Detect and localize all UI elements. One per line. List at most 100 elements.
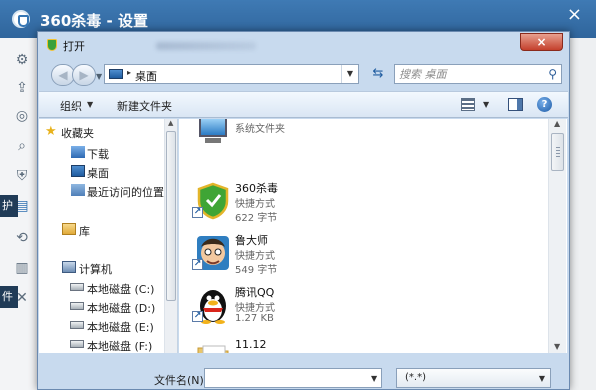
shield-logo-icon [12, 10, 30, 28]
sidebar-item-drive-f[interactable]: 本地磁盘 (F:) [70, 338, 152, 353]
help-icon[interactable]: ? [537, 97, 552, 112]
library-label: 库 [79, 225, 90, 238]
download-folder-icon [71, 146, 85, 158]
recent-places-icon [71, 184, 85, 196]
search-input[interactable] [399, 67, 539, 82]
refresh-icon[interactable]: ⇆ [368, 64, 388, 84]
nav-scrollbar[interactable]: ▲ [164, 119, 177, 353]
view-options-icon[interactable] [461, 98, 475, 111]
command-bar: 组织 ▼ 新建文件夹 ▼ ? [39, 91, 568, 118]
file-size: 1.27 KB [235, 313, 274, 324]
favorites-label: 收藏夹 [61, 127, 94, 140]
list-item[interactable]: 系统文件夹 [189, 119, 489, 157]
file-type: 系统文件夹 [235, 124, 285, 135]
forward-button[interactable]: ▶ [72, 64, 96, 86]
computer-icon [195, 119, 231, 149]
list-item[interactable]: ↗ 腾讯QQ 快捷方式 1.27 KB [189, 284, 489, 336]
new-folder-button[interactable]: 新建文件夹 [117, 98, 172, 114]
library-header[interactable]: 库 [62, 223, 90, 239]
drive-icon [70, 283, 84, 291]
sidebar-strip: 护 [0, 195, 18, 217]
sidebar-item-downloads[interactable]: 下载 [71, 146, 109, 162]
search-icon[interactable]: ⌕ [14, 138, 30, 154]
scroll-up-icon[interactable]: ▲ [554, 119, 560, 128]
shield-icon [47, 39, 57, 51]
sidebar-item-desktop[interactable]: 桌面 [71, 165, 109, 181]
sidebar-item-label: 桌面 [87, 167, 109, 180]
refresh-icon[interactable]: ⟲ [14, 230, 30, 246]
sidebar-item-label: 本地磁盘 (E:) [87, 321, 154, 334]
scroll-down-icon[interactable]: ▼ [554, 342, 560, 351]
sidebar-item-label: 本地磁盘 (C:) [87, 283, 155, 296]
file-name: 鲁大师 [235, 234, 268, 247]
navigation-pane: ★ 收藏夹 下载 桌面 最近访问的位置 库 计算机 本地磁盘 (C:) 本地磁盘… [39, 119, 178, 353]
address-dropdown-icon[interactable]: ▼ [341, 65, 358, 83]
star-icon: ★ [45, 124, 57, 139]
drive-icon [70, 302, 84, 310]
file-type: 快捷方式 [235, 199, 275, 210]
close-button[interactable]: × [520, 33, 563, 51]
sidebar-item-drive-d[interactable]: 本地磁盘 (D:) [70, 300, 155, 316]
gear-icon[interactable]: ⚙ [14, 52, 30, 68]
shortcut-arrow-icon: ↗ [192, 311, 203, 322]
open-dialog: 打开 × ◀ ▶ ▼ ▸ 桌面 ▸ ▼ ⇆ ⚲ 组织 ▼ 新建文件夹 ▼ ? ★… [37, 31, 570, 390]
drive-icon [70, 340, 84, 348]
scroll-grip [556, 147, 560, 157]
file-type: 快捷方式 [235, 303, 275, 314]
chevron-right-icon[interactable]: ▸ [150, 69, 154, 78]
chevron-down-icon[interactable]: ▼ [371, 374, 377, 383]
file-size: 549 字节 [235, 265, 278, 276]
file-name: 360杀毒 [235, 182, 278, 195]
file-name: 腾讯QQ [235, 286, 275, 299]
sidebar-item-drive-e[interactable]: 本地磁盘 (E:) [70, 319, 154, 335]
preview-pane-icon[interactable] [508, 98, 523, 111]
file-type: 快捷方式 [235, 251, 275, 262]
file-name: 11.12 [235, 338, 267, 351]
filetype-value: (*.*) [405, 372, 426, 383]
target-icon[interactable]: ◎ [14, 108, 30, 124]
chevron-down-icon[interactable]: ▼ [87, 100, 93, 109]
filename-input[interactable] [204, 368, 382, 388]
file-scrollbar[interactable]: ▲ ▼ [548, 119, 566, 353]
chevron-right-icon[interactable]: ▸ [127, 68, 131, 77]
file-size: 622 字节 [235, 213, 278, 224]
dialog-title: 打开 [63, 40, 85, 53]
search-box[interactable]: ⚲ [394, 64, 562, 84]
scroll-up-icon[interactable]: ▲ [168, 119, 173, 127]
blurred-caption [156, 42, 256, 50]
sidebar-item-recent[interactable]: 最近访问的位置 [71, 184, 164, 200]
search-icon[interactable]: ⚲ [548, 67, 557, 81]
chart-icon[interactable]: ▥ [14, 260, 30, 276]
chevron-down-icon[interactable]: ▼ [483, 100, 489, 109]
desktop-icon [109, 69, 123, 79]
outer-right-edge [566, 38, 596, 390]
library-icon [62, 223, 76, 235]
chevron-down-icon[interactable]: ▼ [539, 374, 545, 383]
file-list: 系统文件夹 ↗ 360杀毒 快捷方式 622 字节 ↗ 鲁大师 快捷方式 549… [179, 119, 567, 353]
scroll-thumb[interactable] [166, 131, 176, 301]
computer-header[interactable]: 计算机 [62, 261, 112, 277]
shield-icon[interactable]: ⛨ [14, 168, 30, 184]
list-item[interactable]: ↗ 鲁大师 快捷方式 549 字节 [189, 232, 489, 284]
drive-icon [70, 321, 84, 329]
list-item[interactable]: 11.12 文件夹 [189, 338, 489, 353]
dialog-titlebar: 打开 × [38, 32, 569, 57]
filename-label: 文件名(N): [154, 374, 208, 387]
outer-window-title: 360杀毒 - 设置 [40, 12, 148, 30]
shortcut-arrow-icon: ↗ [192, 259, 203, 270]
computer-label: 计算机 [79, 263, 112, 276]
favorites-header[interactable]: ★ 收藏夹 [45, 124, 94, 141]
sidebar-strip-2: 件 [0, 286, 18, 308]
address-bar[interactable]: ▸ 桌面 ▸ ▼ [104, 64, 359, 84]
outer-close-icon[interactable]: × [567, 6, 582, 24]
filetype-select[interactable]: (*.*) ▼ [396, 368, 551, 388]
desktop-icon [71, 165, 85, 177]
sidebar-item-label: 下载 [87, 148, 109, 161]
shortcut-arrow-icon: ↗ [192, 207, 203, 218]
organize-button[interactable]: 组织 [60, 98, 82, 114]
scroll-thumb[interactable] [551, 133, 564, 171]
upload-icon[interactable]: ⇪ [14, 80, 30, 96]
history-dropdown-icon[interactable]: ▼ [96, 72, 102, 81]
sidebar-item-drive-c[interactable]: 本地磁盘 (C:) [70, 281, 155, 297]
list-item[interactable]: ↗ 360杀毒 快捷方式 622 字节 [189, 180, 489, 232]
